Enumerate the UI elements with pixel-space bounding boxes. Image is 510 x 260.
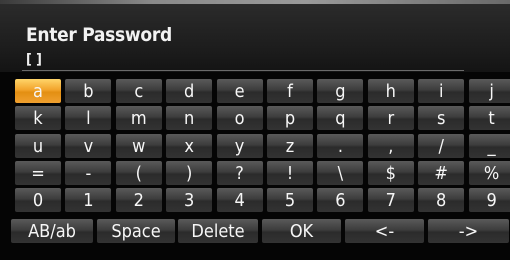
key-1-9[interactable]: t — [468, 106, 510, 131]
function-key-0[interactable]: AB/ab — [11, 218, 93, 243]
key-0-7[interactable]: h — [367, 79, 414, 103]
key-4-3[interactable]: 3 — [166, 188, 213, 213]
key-3-2[interactable]: ( — [115, 160, 162, 185]
key-3-6[interactable]: \ — [317, 160, 364, 185]
key-1-8[interactable]: s — [418, 106, 465, 131]
key-0-1[interactable]: b — [65, 79, 112, 103]
password-input[interactable]: [ ] — [26, 52, 42, 68]
key-4-0[interactable]: 0 — [15, 188, 61, 213]
function-key-4[interactable]: <- — [345, 218, 424, 243]
password-field[interactable]: [ ] — [0, 50, 510, 72]
key-3-7[interactable]: $ — [367, 160, 414, 185]
key-2-1[interactable]: v — [65, 133, 112, 158]
key-1-5[interactable]: p — [267, 106, 313, 131]
password-dialog: Enter Password [ ] abcdefghij klmnopqrst u… — [0, 0, 510, 260]
function-key-3[interactable]: OK — [262, 218, 341, 243]
key-3-9[interactable]: % — [468, 160, 510, 185]
key-0-9[interactable]: j — [468, 79, 510, 103]
key-0-0[interactable]: a — [15, 79, 61, 103]
key-0-5[interactable]: f — [267, 79, 313, 103]
key-0-8[interactable]: i — [418, 79, 465, 103]
function-key-1[interactable]: Space — [97, 218, 175, 243]
key-1-1[interactable]: l — [65, 106, 112, 131]
key-4-8[interactable]: 8 — [418, 188, 465, 213]
key-4-9[interactable]: 9 — [468, 188, 510, 213]
key-1-3[interactable]: n — [166, 106, 213, 131]
key-2-3[interactable]: x — [166, 133, 213, 158]
key-1-7[interactable]: r — [367, 106, 414, 131]
key-3-3[interactable]: ) — [166, 160, 213, 185]
key-4-6[interactable]: 6 — [317, 188, 364, 213]
key-3-8[interactable]: # — [418, 160, 465, 185]
key-2-9[interactable]: _ — [468, 133, 510, 158]
key-1-4[interactable]: o — [216, 106, 263, 131]
key-0-4[interactable]: e — [216, 79, 263, 103]
key-4-7[interactable]: 7 — [367, 188, 414, 213]
key-2-2[interactable]: w — [115, 133, 162, 158]
key-2-0[interactable]: u — [15, 133, 61, 158]
key-2-5[interactable]: z — [267, 133, 313, 158]
key-1-6[interactable]: q — [317, 106, 364, 131]
key-1-0[interactable]: k — [15, 106, 61, 131]
function-key-2[interactable]: Delete — [178, 218, 258, 243]
key-0-2[interactable]: c — [115, 79, 162, 103]
key-2-6[interactable]: . — [317, 133, 364, 158]
key-4-1[interactable]: 1 — [65, 188, 112, 213]
key-2-8[interactable]: / — [418, 133, 465, 158]
key-3-1[interactable]: - — [65, 160, 112, 185]
title-bar: Enter Password — [0, 4, 510, 50]
key-2-7[interactable]: , — [367, 133, 414, 158]
key-1-2[interactable]: m — [115, 106, 162, 131]
key-0-3[interactable]: d — [166, 79, 213, 103]
key-4-4[interactable]: 4 — [216, 188, 263, 213]
key-3-0[interactable]: = — [15, 160, 61, 185]
key-4-2[interactable]: 2 — [115, 188, 162, 213]
key-4-5[interactable]: 5 — [267, 188, 313, 213]
key-0-6[interactable]: g — [317, 79, 364, 103]
key-3-4[interactable]: ? — [216, 160, 263, 185]
function-key-5[interactable]: -> — [428, 218, 509, 243]
dialog-title: Enter Password — [26, 24, 172, 46]
input-underline — [22, 70, 464, 71]
key-3-5[interactable]: ! — [267, 160, 313, 185]
key-2-4[interactable]: y — [216, 133, 263, 158]
